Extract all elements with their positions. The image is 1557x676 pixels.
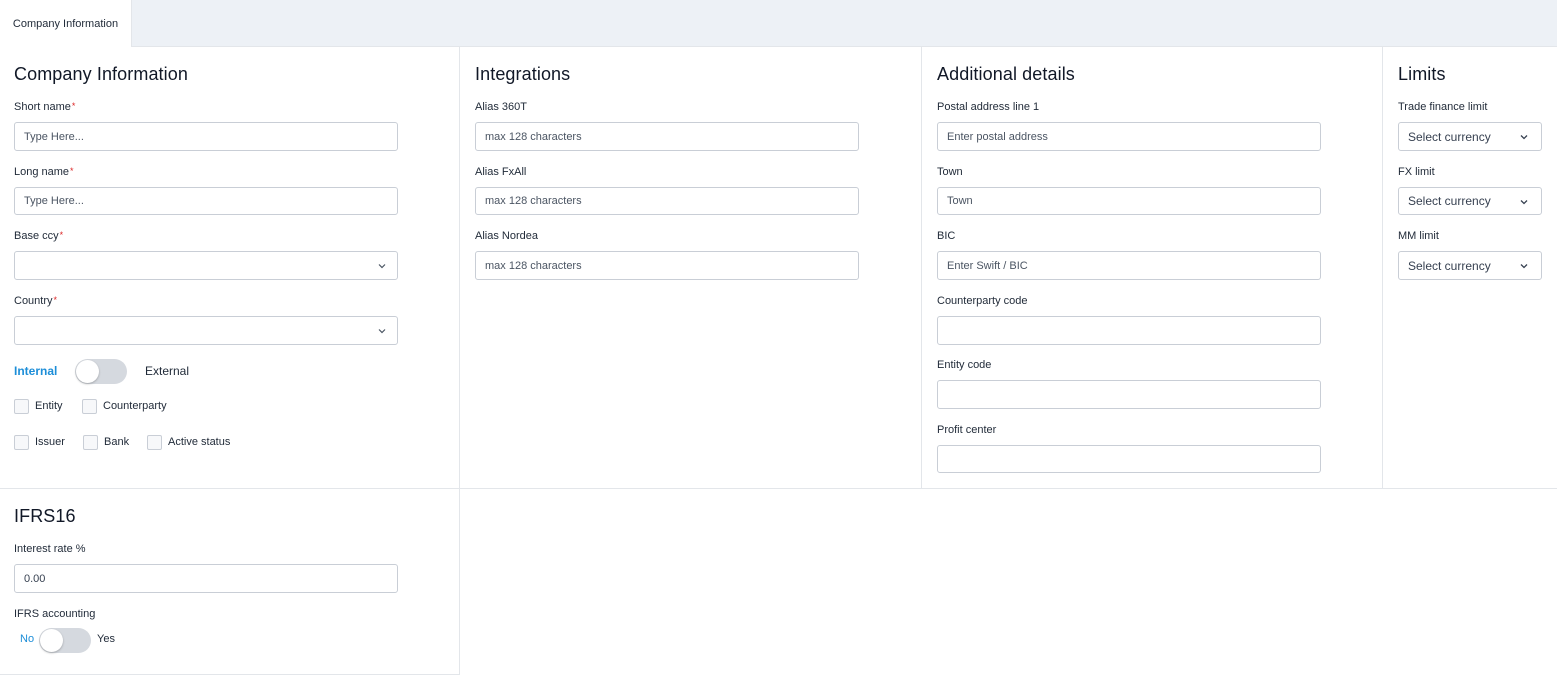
- trade-finance-limit-value: Select currency: [1408, 129, 1491, 144]
- mm-limit-label: MM limit: [1398, 230, 1439, 242]
- toggle-knob: [76, 360, 99, 383]
- active-status-checkbox-label: Active status: [168, 436, 231, 448]
- mm-limit-value: Select currency: [1408, 258, 1491, 273]
- short-name-input[interactable]: [14, 122, 398, 151]
- fx-limit-select[interactable]: Select currency: [1398, 187, 1542, 215]
- internal-label: Internal: [14, 364, 58, 378]
- short-name-label: Short name*: [14, 101, 75, 113]
- ifrs-yes-label: Yes: [97, 633, 115, 645]
- interest-rate-label: Interest rate %: [14, 543, 86, 555]
- ifrs-no-label: No: [20, 633, 35, 645]
- bank-checkbox[interactable]: [83, 435, 98, 450]
- profit-center-label: Profit center: [937, 424, 997, 436]
- entity-checkbox-label: Entity: [35, 400, 63, 412]
- chevron-down-icon: [378, 329, 386, 334]
- active-status-checkbox[interactable]: [147, 435, 162, 450]
- country-label: Country*: [14, 295, 57, 307]
- chevron-down-icon: [378, 264, 386, 269]
- fx-limit-label: FX limit: [1398, 166, 1435, 178]
- country-label-text: Country: [14, 295, 53, 307]
- base-ccy-select[interactable]: [14, 251, 398, 280]
- section-title-ifrs16: IFRS16: [14, 506, 76, 526]
- interest-rate-input[interactable]: [14, 564, 398, 593]
- long-name-label-text: Long name: [14, 166, 70, 178]
- issuer-checkbox[interactable]: [14, 435, 29, 450]
- ifrs-accounting-label: IFRS accounting: [14, 608, 96, 620]
- section-title-integrations: Integrations: [475, 64, 571, 84]
- short-name-label-text: Short name: [14, 101, 71, 113]
- entity-code-label: Entity code: [937, 359, 992, 371]
- postal-address-input[interactable]: [937, 122, 1321, 151]
- internal-external-toggle[interactable]: [75, 359, 127, 384]
- issuer-checkbox-label: Issuer: [35, 436, 65, 448]
- mm-limit-select[interactable]: Select currency: [1398, 251, 1542, 280]
- long-name-input[interactable]: [14, 187, 398, 215]
- long-name-label: Long name*: [14, 166, 74, 178]
- section-title-additional-details: Additional details: [937, 64, 1075, 84]
- section-title-company-information: Company Information: [14, 64, 188, 84]
- required-marker: *: [71, 101, 76, 111]
- counterparty-code-label: Counterparty code: [937, 295, 1028, 307]
- counterparty-checkbox-label: Counterparty: [103, 400, 167, 412]
- alias-360t-label: Alias 360T: [475, 101, 527, 113]
- bic-input[interactable]: [937, 251, 1321, 280]
- alias-fxall-label: Alias FxAll: [475, 166, 527, 178]
- alias-360t-input[interactable]: [475, 122, 859, 151]
- chevron-down-icon: [1520, 264, 1528, 269]
- country-select[interactable]: [14, 316, 398, 345]
- column-divider: [921, 47, 922, 488]
- bic-label: BIC: [937, 230, 956, 242]
- alias-nordea-input[interactable]: [475, 251, 859, 280]
- external-label: External: [145, 364, 190, 378]
- required-marker: *: [70, 166, 74, 176]
- base-ccy-label-text: Base ccy: [14, 230, 59, 242]
- alias-fxall-input[interactable]: [475, 187, 859, 215]
- tab-bar: Company Information: [0, 0, 1557, 47]
- row-divider: [0, 674, 460, 675]
- bank-checkbox-label: Bank: [104, 436, 130, 448]
- base-ccy-label: Base ccy*: [14, 230, 63, 242]
- ifrs-accounting-toggle[interactable]: [39, 628, 91, 653]
- counterparty-checkbox[interactable]: [82, 399, 97, 414]
- row-divider: [0, 488, 1557, 489]
- column-divider: [459, 47, 460, 675]
- postal-address-label: Postal address line 1: [937, 101, 1040, 113]
- column-divider: [1382, 47, 1383, 488]
- required-marker: *: [53, 295, 58, 305]
- counterparty-code-input[interactable]: [937, 316, 1321, 345]
- town-input[interactable]: [937, 187, 1321, 215]
- required-marker: *: [59, 230, 64, 240]
- chevron-down-icon: [1520, 200, 1528, 205]
- tab-company-information[interactable]: Company Information: [0, 0, 132, 47]
- section-title-limits: Limits: [1398, 64, 1446, 84]
- town-label: Town: [937, 166, 963, 178]
- trade-finance-limit-select[interactable]: Select currency: [1398, 122, 1542, 151]
- entity-checkbox[interactable]: [14, 399, 29, 414]
- toggle-knob: [40, 629, 63, 652]
- chevron-down-icon: [1520, 135, 1528, 140]
- entity-code-input[interactable]: [937, 380, 1321, 409]
- trade-finance-limit-label: Trade finance limit: [1398, 101, 1488, 113]
- profit-center-input[interactable]: [937, 445, 1321, 473]
- alias-nordea-label: Alias Nordea: [475, 230, 538, 242]
- fx-limit-value: Select currency: [1408, 194, 1491, 208]
